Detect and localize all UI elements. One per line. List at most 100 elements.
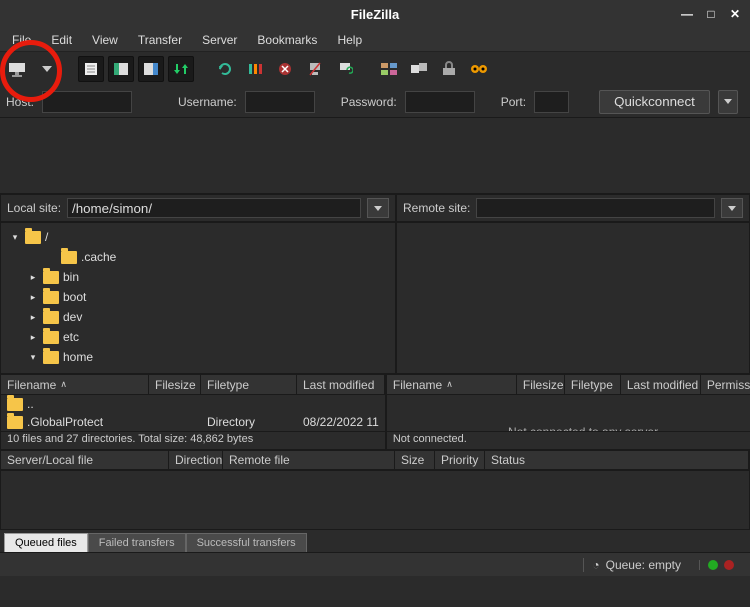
- queue-status-icon: ◔: [592, 558, 599, 572]
- folder-icon: [7, 398, 23, 411]
- folder-icon: [7, 416, 23, 429]
- menu-transfer[interactable]: Transfer: [130, 30, 190, 50]
- local-site-label: Local site:: [7, 201, 61, 215]
- filter-button[interactable]: [376, 56, 402, 82]
- sort-asc-icon: ∧: [60, 379, 67, 390]
- col-status[interactable]: Status: [485, 451, 749, 469]
- col-filesize[interactable]: Filesize: [149, 375, 201, 394]
- tree-item: ▸boot: [1, 287, 395, 307]
- password-input[interactable]: [405, 91, 475, 113]
- quickconnect-button[interactable]: Quickconnect: [599, 90, 710, 114]
- remote-file-list[interactable]: Filename∧ Filesize Filetype Last modifie…: [386, 374, 750, 450]
- list-row: ..: [1, 395, 385, 413]
- cancel-button[interactable]: [272, 56, 298, 82]
- toolbar: [0, 52, 750, 86]
- remote-empty-message: Not connected to any server: [387, 425, 750, 431]
- search-button[interactable]: [466, 56, 492, 82]
- menu-help[interactable]: Help: [329, 30, 370, 50]
- menu-file[interactable]: File: [4, 30, 39, 50]
- remote-site-bar: Remote site:: [396, 194, 750, 222]
- tree-item: ▾home: [1, 347, 395, 367]
- host-input[interactable]: [42, 91, 132, 113]
- col-priority[interactable]: Priority: [435, 451, 485, 469]
- close-button[interactable]: ✕: [726, 5, 744, 23]
- col-remotefile[interactable]: Remote file: [223, 451, 395, 469]
- statusbar: ◔ Queue: empty: [0, 552, 750, 576]
- queue-body[interactable]: [0, 470, 750, 530]
- site-manager-dropdown[interactable]: [34, 56, 60, 82]
- local-list-header: Filename∧ Filesize Filetype Last modifie…: [1, 375, 385, 395]
- remote-list-header: Filename∧ Filesize Filetype Last modifie…: [387, 375, 750, 395]
- process-queue-button[interactable]: [242, 56, 268, 82]
- port-label: Port:: [501, 95, 526, 109]
- folder-icon: [43, 351, 59, 364]
- list-row: .GlobalProtect Directory 08/22/2022 11: [1, 413, 385, 431]
- col-filetype[interactable]: Filetype: [565, 375, 621, 394]
- local-status: 10 files and 27 directories. Total size:…: [1, 431, 385, 449]
- reconnect-button[interactable]: [332, 56, 358, 82]
- folder-icon: [61, 251, 77, 264]
- quickconnect-history-dropdown[interactable]: [718, 90, 738, 114]
- tree-item: ▸dev: [1, 307, 395, 327]
- toggle-remote-tree-button[interactable]: [138, 56, 164, 82]
- folder-icon: [43, 311, 59, 324]
- disconnect-button[interactable]: [302, 56, 328, 82]
- toggle-local-tree-button[interactable]: [108, 56, 134, 82]
- password-label: Password:: [341, 95, 397, 109]
- folder-icon: [25, 231, 41, 244]
- port-input[interactable]: [534, 91, 569, 113]
- local-file-list[interactable]: Filename∧ Filesize Filetype Last modifie…: [0, 374, 386, 450]
- col-filetype[interactable]: Filetype: [201, 375, 297, 394]
- toggle-queue-button[interactable]: [168, 56, 194, 82]
- sort-asc-icon: ∧: [446, 379, 453, 390]
- menu-edit[interactable]: Edit: [43, 30, 80, 50]
- col-direction[interactable]: Direction: [169, 451, 223, 469]
- maximize-button[interactable]: □: [702, 5, 720, 23]
- queue-header: Server/Local file Direction Remote file …: [0, 450, 750, 470]
- local-site-dropdown[interactable]: [367, 198, 389, 218]
- tree-item: ▸bin: [1, 267, 395, 287]
- message-log[interactable]: [0, 118, 750, 194]
- tree-item: ▸etc: [1, 327, 395, 347]
- quickconnect-bar: Host: Username: Password: Port: Quickcon…: [0, 86, 750, 118]
- local-site-bar: Local site:: [0, 194, 396, 222]
- username-input[interactable]: [245, 91, 315, 113]
- remote-site-label: Remote site:: [403, 201, 470, 215]
- col-serverlocal[interactable]: Server/Local file: [1, 451, 169, 469]
- host-label: Host:: [6, 95, 34, 109]
- folder-icon: [43, 331, 59, 344]
- menu-server[interactable]: Server: [194, 30, 245, 50]
- remote-tree[interactable]: [396, 222, 750, 374]
- led-red-icon: [724, 560, 734, 570]
- toggle-log-button[interactable]: [78, 56, 104, 82]
- col-filename[interactable]: Filename∧: [387, 375, 517, 394]
- tree-item: ▾/: [1, 227, 395, 247]
- col-size[interactable]: Size: [395, 451, 435, 469]
- folder-icon: [43, 271, 59, 284]
- titlebar: FileZilla — □ ✕: [0, 0, 750, 28]
- local-site-input[interactable]: [67, 198, 361, 218]
- remote-site-input[interactable]: [476, 198, 715, 218]
- col-filesize[interactable]: Filesize: [517, 375, 565, 394]
- col-permissions[interactable]: Permissions: [701, 375, 750, 394]
- minimize-button[interactable]: —: [678, 5, 696, 23]
- window-title: FileZilla: [351, 7, 399, 22]
- refresh-button[interactable]: [212, 56, 238, 82]
- menu-bookmarks[interactable]: Bookmarks: [249, 30, 325, 50]
- username-label: Username:: [178, 95, 237, 109]
- tab-failed[interactable]: Failed transfers: [88, 533, 186, 552]
- site-manager-button[interactable]: [4, 56, 30, 82]
- compare-button[interactable]: [406, 56, 432, 82]
- led-green-icon: [708, 560, 718, 570]
- remote-site-dropdown[interactable]: [721, 198, 743, 218]
- tab-successful[interactable]: Successful transfers: [186, 533, 307, 552]
- local-tree[interactable]: ▾/ .cache ▸bin ▸boot ▸dev ▸etc ▾home: [0, 222, 396, 374]
- menu-view[interactable]: View: [84, 30, 126, 50]
- col-filename[interactable]: Filename∧: [1, 375, 149, 394]
- col-lastmod[interactable]: Last modified: [621, 375, 701, 394]
- sync-browse-button[interactable]: [436, 56, 462, 82]
- col-lastmod[interactable]: Last modified: [297, 375, 385, 394]
- tab-queued[interactable]: Queued files: [4, 533, 88, 552]
- queue-status-text: Queue: empty: [606, 558, 681, 572]
- folder-icon: [43, 291, 59, 304]
